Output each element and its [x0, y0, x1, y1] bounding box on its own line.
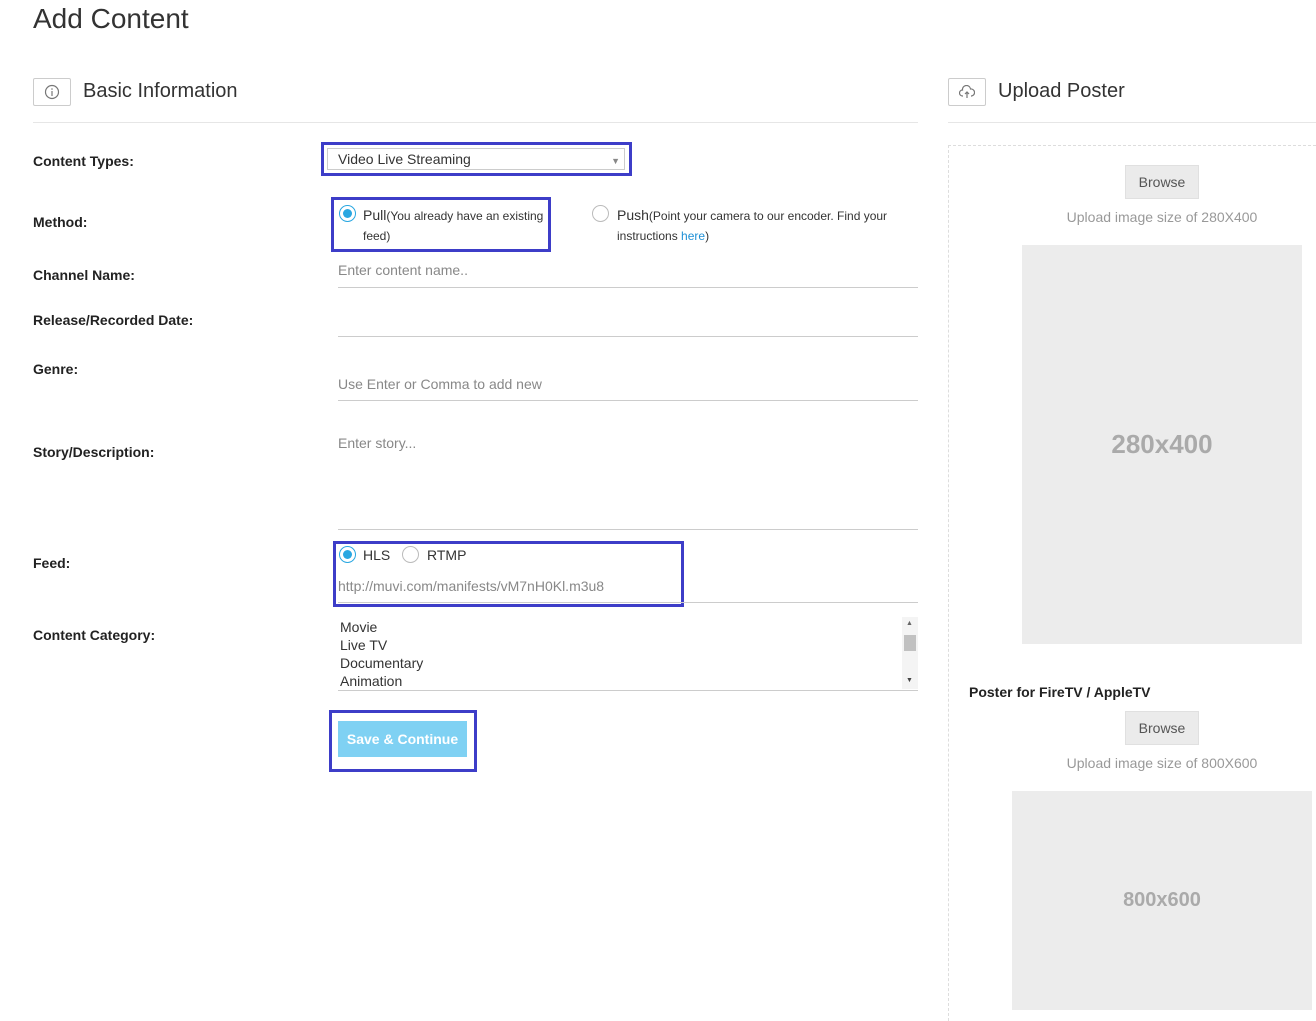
- story-placeholder: Enter story...: [338, 435, 417, 451]
- tv-poster-title: Poster for FireTV / AppleTV: [969, 684, 1151, 700]
- poster-preview-label: 280x400: [1111, 429, 1213, 459]
- scroll-thumb[interactable]: [904, 635, 916, 651]
- release-date-input[interactable]: [338, 310, 918, 337]
- poster-panel-border: [948, 145, 950, 1021]
- channel-name-label: Channel Name:: [33, 267, 135, 283]
- genre-placeholder: Use Enter or Comma to add new: [338, 376, 542, 392]
- channel-name-placeholder: Enter content name..: [338, 262, 468, 278]
- category-item-animation[interactable]: Animation: [340, 672, 918, 690]
- cloud-upload-icon: [948, 78, 986, 106]
- poster-panel-top-border: [948, 145, 1316, 146]
- story-label: Story/Description:: [33, 444, 155, 460]
- feed-url-value: http://muvi.com/manifests/vM7nH0Kl.m3u8: [338, 578, 605, 594]
- method-label: Method:: [33, 214, 88, 230]
- feed-url-input[interactable]: http://muvi.com/manifests/vM7nH0Kl.m3u8: [338, 578, 918, 603]
- tv-poster-size-hint: Upload image size of 800X600: [1066, 755, 1258, 771]
- chevron-down-icon: ▼: [611, 156, 620, 166]
- tv-poster-preview[interactable]: 800x600: [1012, 791, 1312, 1010]
- feed-hls-label: HLS: [363, 547, 391, 563]
- content-types-value: Video Live Streaming: [338, 151, 471, 167]
- feed-hls-radio[interactable]: [339, 546, 356, 563]
- category-scrollbar[interactable]: ▲ ▼: [902, 617, 918, 689]
- story-textarea[interactable]: Enter story...: [338, 435, 918, 530]
- method-pull-radio[interactable]: [339, 205, 356, 222]
- feed-rtmp-radio[interactable]: [402, 546, 419, 563]
- content-category-label: Content Category:: [33, 627, 156, 643]
- upload-divider: [948, 122, 1316, 123]
- channel-name-input[interactable]: Enter content name..: [338, 262, 918, 288]
- section-divider: [33, 122, 918, 123]
- upload-poster-title: Upload Poster: [998, 80, 1125, 102]
- save-continue-button[interactable]: Save & Continue: [338, 721, 467, 757]
- tv-poster-preview-label: 800x600: [1123, 889, 1201, 911]
- scroll-down-icon[interactable]: ▼: [906, 677, 913, 684]
- scroll-up-icon[interactable]: ▲: [906, 620, 913, 627]
- category-item-live-tv[interactable]: Live TV: [340, 636, 918, 654]
- poster-browse-button[interactable]: Browse: [1125, 165, 1199, 199]
- feed-label: Feed:: [33, 555, 71, 571]
- release-date-label: Release/Recorded Date:: [33, 312, 194, 328]
- page-title: Add Content: [33, 3, 189, 34]
- method-pull-label: Pull(You already have an existing feed): [363, 207, 544, 243]
- content-category-list[interactable]: Movie Live TV Documentary Animation ▲ ▼: [338, 617, 918, 691]
- basic-info-title: Basic Information: [83, 80, 238, 102]
- genre-input[interactable]: Use Enter or Comma to add new: [338, 376, 918, 401]
- feed-rtmp-label: RTMP: [427, 547, 467, 563]
- method-push-radio[interactable]: [592, 205, 609, 222]
- info-icon: [33, 78, 71, 106]
- poster-preview[interactable]: 280x400: [1022, 245, 1302, 644]
- tv-poster-browse-button[interactable]: Browse: [1125, 711, 1199, 745]
- content-types-label: Content Types:: [33, 153, 134, 169]
- method-push-label: Push(Point your camera to our encoder. F…: [617, 207, 888, 243]
- poster-size-hint: Upload image size of 280X400: [1066, 209, 1258, 225]
- category-item-movie[interactable]: Movie: [340, 618, 918, 636]
- genre-label: Genre:: [33, 361, 79, 377]
- content-types-select[interactable]: Video Live Streaming ▼: [327, 148, 625, 170]
- category-item-documentary[interactable]: Documentary: [340, 654, 918, 672]
- instructions-link[interactable]: here: [681, 229, 705, 243]
